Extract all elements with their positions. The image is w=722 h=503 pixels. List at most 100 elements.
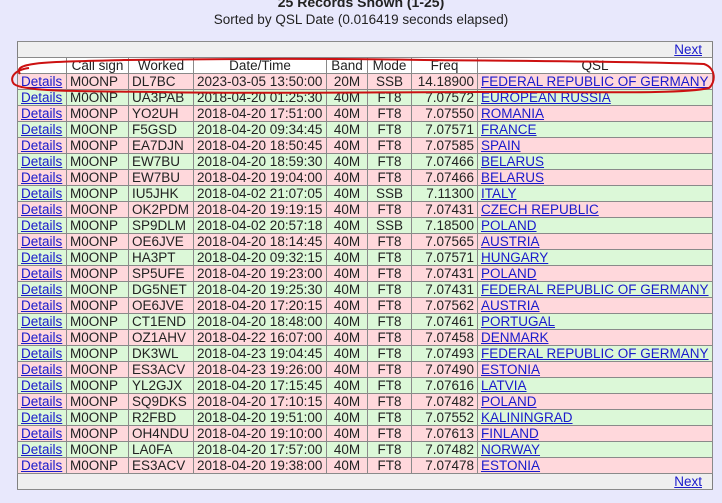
- details-link[interactable]: Details: [21, 442, 62, 457]
- details-link[interactable]: Details: [21, 106, 62, 121]
- next-page-link-top[interactable]: Next: [674, 42, 702, 57]
- mode-cell: FT8: [367, 313, 412, 330]
- details-link[interactable]: Details: [21, 154, 62, 169]
- table-row: Details M0ONP LA0FA 2018-04-20 17:57:00 40M F…: [17, 441, 713, 458]
- freq-cell: 7.07571: [411, 121, 478, 138]
- worked-cell: OK2PDM: [128, 201, 194, 218]
- qsl-country-link[interactable]: CZECH REPUBLIC: [481, 202, 599, 217]
- qsl-country-link[interactable]: SPAIN: [481, 138, 521, 153]
- qsl-country-link[interactable]: BELARUS: [481, 154, 544, 169]
- band-cell: 40M: [326, 249, 368, 266]
- freq-cell: 7.07482: [411, 393, 478, 410]
- details-link[interactable]: Details: [21, 234, 62, 249]
- details-link[interactable]: Details: [21, 138, 62, 153]
- call-cell: M0ONP: [66, 249, 129, 266]
- details-link[interactable]: Details: [21, 298, 62, 313]
- datetime-cell: 2018-04-20 19:19:15: [193, 201, 327, 218]
- qsl-country-link[interactable]: FEDERAL REPUBLIC OF GERMANY: [481, 282, 709, 297]
- details-link[interactable]: Details: [21, 74, 62, 89]
- table-row: Details M0ONP DK3WL 2018-04-23 19:04:45 40M F…: [17, 345, 713, 362]
- freq-cell: 7.07466: [411, 169, 478, 186]
- table-row: Details M0ONP HA3PT 2018-04-20 09:32:15 40M F…: [17, 249, 713, 266]
- worked-cell: ES3ACV: [128, 361, 194, 378]
- freq-cell: 7.07562: [411, 297, 478, 314]
- band-cell: 40M: [326, 329, 368, 346]
- details-link[interactable]: Details: [21, 218, 62, 233]
- qsl-cell: KALININGRAD: [477, 409, 713, 426]
- datetime-cell: 2018-04-20 19:51:00: [193, 409, 327, 426]
- qsl-country-link[interactable]: FRANCE: [481, 122, 537, 137]
- freq-cell: 7.07550: [411, 105, 478, 122]
- details-link[interactable]: Details: [21, 314, 62, 329]
- qsl-country-link[interactable]: POLAND: [481, 218, 537, 233]
- details-link[interactable]: Details: [21, 346, 62, 361]
- table-row: Details M0ONP EW7BU 2018-04-20 19:04:00 40M F…: [17, 169, 713, 186]
- details-link[interactable]: Details: [21, 202, 62, 217]
- details-link[interactable]: Details: [21, 330, 62, 345]
- qsl-country-link[interactable]: FINLAND: [481, 426, 539, 441]
- mode-cell: FT8: [367, 153, 412, 170]
- datetime-cell: 2018-04-20 17:20:15: [193, 297, 327, 314]
- next-page-link-bottom[interactable]: Next: [674, 474, 702, 489]
- datetime-cell: 2018-04-20 19:25:30: [193, 281, 327, 298]
- qsl-country-link[interactable]: NORWAY: [481, 442, 540, 457]
- qsl-country-link[interactable]: PORTUGAL: [481, 314, 555, 329]
- details-link[interactable]: Details: [21, 170, 62, 185]
- datetime-cell: 2018-04-23 19:04:45: [193, 345, 327, 362]
- qsl-country-link[interactable]: FEDERAL REPUBLIC OF GERMANY: [481, 74, 709, 89]
- details-link[interactable]: Details: [21, 378, 62, 393]
- details-link[interactable]: Details: [21, 186, 62, 201]
- worked-cell: DG5NET: [128, 281, 194, 298]
- details-link[interactable]: Details: [21, 282, 62, 297]
- top-nav-row: Next: [17, 41, 713, 58]
- table-row: Details M0ONP SQ9DKS 2018-04-20 17:10:15 40M…: [17, 393, 713, 410]
- qsl-country-link[interactable]: AUSTRIA: [481, 234, 540, 249]
- band-cell: 40M: [326, 393, 368, 410]
- table-row: Details M0ONP IU5JHK 2018-04-02 21:07:05 40M…: [17, 185, 713, 202]
- mode-cell: SSB: [367, 73, 412, 90]
- table-row: Details M0ONP DG5NET 2018-04-20 19:25:30 40M…: [17, 281, 713, 298]
- details-link[interactable]: Details: [21, 410, 62, 425]
- qsl-country-link[interactable]: DENMARK: [481, 330, 549, 345]
- details-link[interactable]: Details: [21, 250, 62, 265]
- column-header-qsl: QSL: [477, 57, 713, 74]
- qsl-cell: POLAND: [477, 393, 713, 410]
- mode-cell: FT8: [367, 425, 412, 442]
- qsl-country-link[interactable]: BELARUS: [481, 170, 544, 185]
- qsl-country-link[interactable]: ESTONIA: [481, 362, 540, 377]
- column-header-freq: Freq: [411, 57, 478, 74]
- details-cell: Details: [17, 281, 67, 298]
- datetime-cell: 2018-04-20 18:48:00: [193, 313, 327, 330]
- datetime-cell: 2018-04-20 09:34:45: [193, 121, 327, 138]
- details-link[interactable]: Details: [21, 90, 62, 105]
- qsl-country-link[interactable]: POLAND: [481, 266, 537, 281]
- qsl-cell: DENMARK: [477, 329, 713, 346]
- details-link[interactable]: Details: [21, 394, 62, 409]
- qsl-country-link[interactable]: LATVIA: [481, 378, 527, 393]
- qsl-country-link[interactable]: POLAND: [481, 394, 537, 409]
- datetime-cell: 2018-04-20 17:57:00: [193, 441, 327, 458]
- freq-cell: 7.07585: [411, 137, 478, 154]
- qsl-country-link[interactable]: ESTONIA: [481, 458, 540, 473]
- qsl-country-link[interactable]: EUROPEAN RUSSIA: [481, 90, 611, 105]
- qsl-country-link[interactable]: ROMANIA: [481, 106, 544, 121]
- details-cell: Details: [17, 313, 67, 330]
- details-link[interactable]: Details: [21, 266, 62, 281]
- details-link[interactable]: Details: [21, 426, 62, 441]
- freq-cell: 7.07431: [411, 281, 478, 298]
- qsl-country-link[interactable]: FEDERAL REPUBLIC OF GERMANY: [481, 346, 709, 361]
- qsl-country-link[interactable]: AUSTRIA: [481, 298, 540, 313]
- call-cell: M0ONP: [66, 233, 129, 250]
- qsl-country-link[interactable]: ITALY: [481, 186, 517, 201]
- details-cell: Details: [17, 89, 67, 106]
- qsl-country-link[interactable]: HUNGARY: [481, 250, 548, 265]
- qsl-country-link[interactable]: KALININGRAD: [481, 410, 573, 425]
- datetime-cell: 2018-04-22 16:07:00: [193, 329, 327, 346]
- table-row: Details M0ONP OK2PDM 2018-04-20 19:19:15 40M…: [17, 201, 713, 218]
- call-cell: M0ONP: [66, 457, 129, 474]
- band-cell: 40M: [326, 89, 368, 106]
- details-link[interactable]: Details: [21, 122, 62, 137]
- worked-cell: LA0FA: [128, 441, 194, 458]
- details-link[interactable]: Details: [21, 458, 62, 473]
- details-link[interactable]: Details: [21, 362, 62, 377]
